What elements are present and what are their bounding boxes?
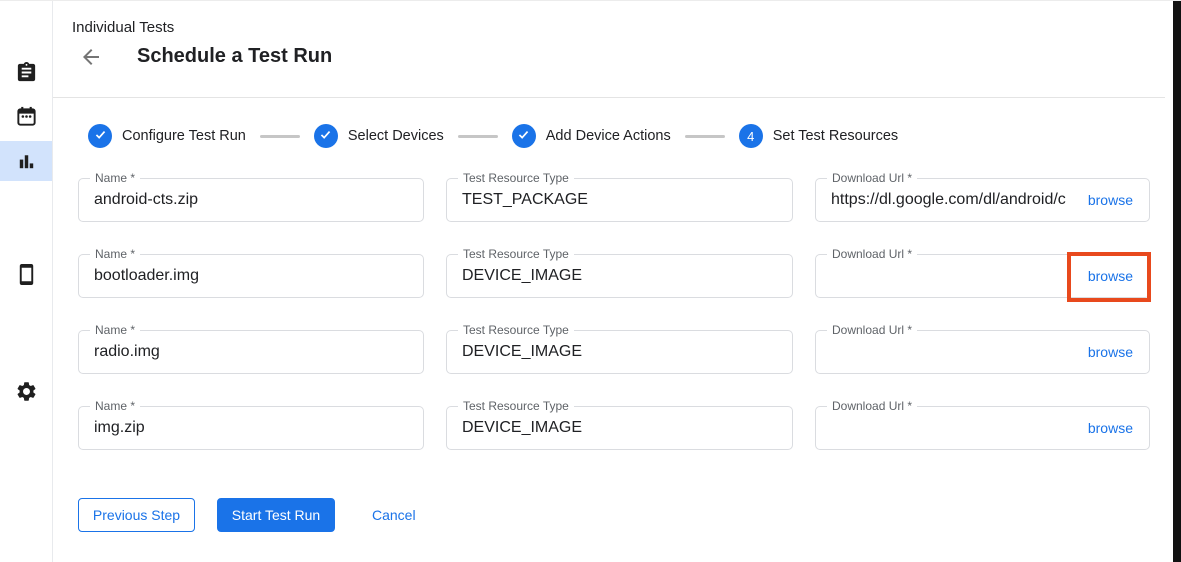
check-icon: [517, 128, 530, 144]
stepper-connector: [685, 135, 725, 138]
download-url-field[interactable]: Download Url * browse: [815, 330, 1150, 374]
stepper-connector: [260, 135, 300, 138]
sidebar-item-tests[interactable]: [0, 52, 52, 92]
sidebar-item-test-plans[interactable]: [0, 96, 52, 136]
download-url-field[interactable]: Download Url * browse: [815, 406, 1150, 450]
resource-type-field[interactable]: Test Resource Type DEVICE_IMAGE: [446, 254, 793, 298]
check-icon: [94, 128, 107, 144]
step-1-label: Configure Test Run: [122, 128, 246, 144]
browse-link[interactable]: browse: [1080, 262, 1149, 290]
sidebar-item-devices[interactable]: [0, 254, 52, 294]
test-resources-form: Name * android-cts.zip Test Resource Typ…: [78, 178, 1150, 450]
resource-type-field[interactable]: Test Resource Type DEVICE_IMAGE: [446, 330, 793, 374]
step-add-device-actions[interactable]: Add Device Actions: [512, 124, 671, 148]
page-title: Schedule a Test Run: [137, 45, 332, 68]
calendar-icon: [15, 105, 38, 128]
browse-link[interactable]: browse: [1080, 186, 1149, 214]
resource-type-label: Test Resource Type: [458, 247, 574, 262]
step-2-label: Select Devices: [348, 128, 444, 144]
name-field[interactable]: Name * radio.img: [78, 330, 424, 374]
action-bar: Previous Step Start Test Run Cancel: [78, 498, 416, 532]
sidebar: [0, 1, 53, 562]
smartphone-icon: [15, 263, 38, 286]
sidebar-item-test-runs[interactable]: [0, 141, 52, 181]
step-1-circle: [88, 124, 112, 148]
check-icon: [319, 128, 332, 144]
bar-chart-icon: [15, 150, 38, 173]
resource-type-field[interactable]: Test Resource Type TEST_PACKAGE: [446, 178, 793, 222]
name-field[interactable]: Name * bootloader.img: [78, 254, 424, 298]
name-field-label: Name *: [90, 247, 140, 262]
header-divider: [53, 97, 1165, 98]
name-field-label: Name *: [90, 399, 140, 414]
main-content: Individual Tests Schedule a Test Run Con…: [53, 1, 1173, 562]
browse-link[interactable]: browse: [1080, 338, 1149, 366]
download-url-input[interactable]: https://dl.google.com/dl/android/c: [816, 191, 1080, 209]
name-field[interactable]: Name * img.zip: [78, 406, 424, 450]
name-input[interactable]: radio.img: [79, 343, 423, 361]
name-field[interactable]: Name * android-cts.zip: [78, 178, 424, 222]
back-button[interactable]: [77, 45, 105, 71]
previous-step-button[interactable]: Previous Step: [78, 498, 195, 532]
download-url-field[interactable]: Download Url * browse: [815, 254, 1150, 298]
sidebar-item-settings[interactable]: [0, 371, 52, 411]
name-input[interactable]: android-cts.zip: [79, 191, 423, 209]
download-url-label: Download Url *: [827, 323, 917, 338]
step-configure-test-run[interactable]: Configure Test Run: [88, 124, 246, 148]
download-url-label: Download Url *: [827, 247, 917, 262]
download-url-label: Download Url *: [827, 171, 917, 186]
stepper: Configure Test Run Select Devices Add De…: [88, 124, 898, 148]
step-4-label: Set Test Resources: [773, 128, 898, 144]
resource-type-label: Test Resource Type: [458, 399, 574, 414]
download-url-label: Download Url *: [827, 399, 917, 414]
step-3-label: Add Device Actions: [546, 128, 671, 144]
resource-type-value[interactable]: DEVICE_IMAGE: [447, 343, 792, 361]
resource-type-value[interactable]: TEST_PACKAGE: [447, 191, 792, 209]
window-right-edge: [1173, 1, 1181, 562]
name-field-label: Name *: [90, 323, 140, 338]
start-test-run-button[interactable]: Start Test Run: [217, 498, 335, 532]
resource-type-label: Test Resource Type: [458, 323, 574, 338]
clipboard-icon: [15, 61, 38, 84]
name-input[interactable]: img.zip: [79, 419, 423, 437]
step-4-circle: 4: [739, 124, 763, 148]
resource-type-label: Test Resource Type: [458, 171, 574, 186]
name-field-label: Name *: [90, 171, 140, 186]
name-input[interactable]: bootloader.img: [79, 267, 423, 285]
breadcrumb: Individual Tests: [72, 19, 174, 36]
step-3-circle: [512, 124, 536, 148]
download-url-field[interactable]: Download Url * https://dl.google.com/dl/…: [815, 178, 1150, 222]
cancel-button[interactable]: Cancel: [372, 498, 416, 532]
stepper-connector: [458, 135, 498, 138]
resource-type-value[interactable]: DEVICE_IMAGE: [447, 267, 792, 285]
resource-type-value[interactable]: DEVICE_IMAGE: [447, 419, 792, 437]
browse-link[interactable]: browse: [1080, 414, 1149, 442]
step-2-circle: [314, 124, 338, 148]
gear-icon: [15, 380, 38, 403]
step-set-test-resources[interactable]: 4 Set Test Resources: [739, 124, 898, 148]
step-select-devices[interactable]: Select Devices: [314, 124, 444, 148]
arrow-back-icon: [79, 57, 103, 72]
resource-type-field[interactable]: Test Resource Type DEVICE_IMAGE: [446, 406, 793, 450]
